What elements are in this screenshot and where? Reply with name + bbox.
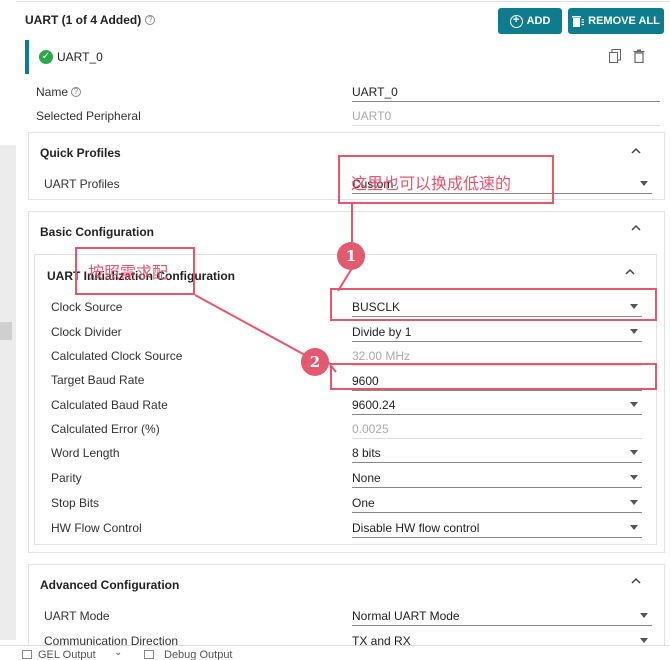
annotation-note2: 按照需求配 [88, 265, 169, 282]
annotation-note1: 这里也可以换成低速的 [351, 176, 512, 193]
annotation-badge-2: 2 [301, 348, 329, 376]
highlight-target-baud-rate [330, 363, 657, 390]
annotation-badge-1: 1 [337, 242, 365, 270]
annotation-lines [194, 204, 353, 373]
highlight-clock-source [330, 288, 657, 321]
